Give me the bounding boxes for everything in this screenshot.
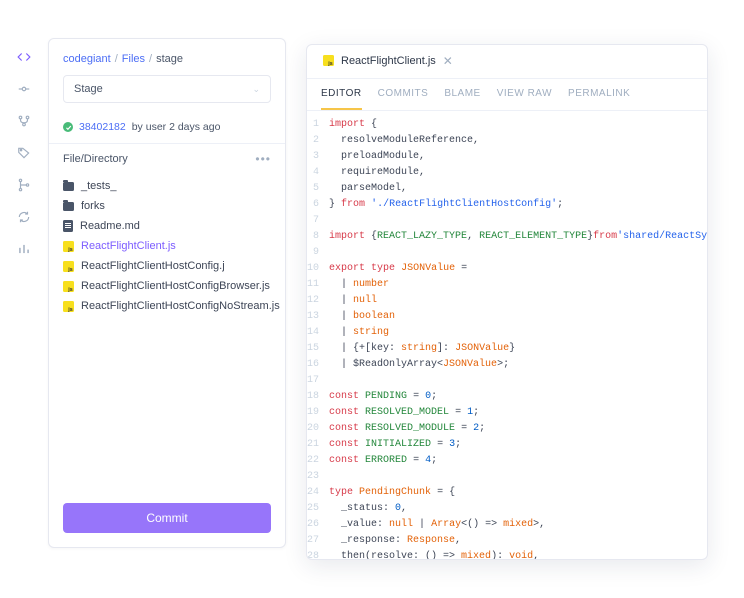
view-tab-commits[interactable]: COMMITS [378,79,429,110]
view-tab-view-raw[interactable]: VIEW RAW [497,79,552,110]
breadcrumb-link[interactable]: Files [122,53,145,65]
branches-icon[interactable] [17,114,31,128]
sync-icon[interactable] [17,210,31,224]
view-tab-permalink[interactable]: PERMALINK [568,79,630,110]
editor-panel: ReactFlightClient.js ✕ EDITOR COMMITS BLAM… [306,44,708,560]
tree-item[interactable]: forks [49,196,285,216]
folder-icon [63,202,74,211]
view-tab-blame[interactable]: BLAME [444,79,480,110]
line-gutter: 1234567891011121314151617181920212223242… [307,117,329,559]
doc-icon [63,220,73,232]
file-tab-label: ReactFlightClient.js [341,55,436,67]
code-icon[interactable] [17,50,31,64]
view-tabs: EDITOR COMMITS BLAME VIEW RAW PERMALINK [307,79,707,111]
breadcrumb: codegiant / Files / stage [49,39,285,75]
nav-rail [8,44,40,262]
code-content[interactable]: import { resolveModuleReference, preload… [329,117,707,559]
branch-select[interactable]: Stage ⌄ [63,75,271,103]
js-icon [63,281,74,292]
breadcrumb-current: stage [156,53,183,65]
js-icon [323,55,334,66]
file-section-header: File/Directory ••• [49,143,285,174]
breadcrumb-link[interactable]: codegiant [63,53,111,65]
file-tab[interactable]: ReactFlightClient.js ✕ [313,45,463,78]
file-section-title: File/Directory [63,153,128,165]
tree-item-label: ReactFlightClientHostConfigNoStream.js [81,300,280,312]
commit-button[interactable]: Commit [63,503,271,533]
commits-icon[interactable] [17,82,31,96]
tree-item-label: forks [81,200,105,212]
tree-item[interactable]: Readme.md [49,216,285,236]
close-icon[interactable]: ✕ [443,54,453,68]
stats-icon[interactable] [17,242,31,256]
code-editor[interactable]: 1234567891011121314151617181920212223242… [307,111,707,559]
tree-item-label: ReactFlightClientHostConfigBrowser.js [81,280,270,292]
breadcrumb-sep: / [149,53,152,65]
file-browser-panel: codegiant / Files / stage Stage ⌄ 384021… [48,38,286,548]
tags-icon[interactable] [17,146,31,160]
commit-hash-link[interactable]: 38402182 [79,121,126,133]
view-tab-editor[interactable]: EDITOR [321,79,362,110]
latest-commit: 38402182 by user 2 days ago [49,115,285,143]
js-icon [63,301,74,312]
tree-item[interactable]: _tests_ [49,176,285,196]
tree-item[interactable]: ReactFlightClientHostConfigBrowser.js [49,276,285,296]
js-icon [63,261,74,272]
chevron-down-icon: ⌄ [252,84,260,95]
more-icon[interactable]: ••• [255,152,271,166]
breadcrumb-sep: / [115,53,118,65]
merge-icon[interactable] [17,178,31,192]
folder-icon [63,182,74,191]
js-icon [63,241,74,252]
tree-item[interactable]: ReactFlightClientHostConfigNoStream.js [49,296,285,316]
branch-select-value: Stage [74,83,103,95]
status-success-icon [63,122,73,132]
tree-item-label: _tests_ [81,180,116,192]
tree-item-label: ReactFlightClient.js [81,240,176,252]
tree-item-label: Readme.md [80,220,140,232]
file-tabs: ReactFlightClient.js ✕ [307,45,707,79]
tree-item[interactable]: ReactFlightClient.js [49,236,285,256]
tree-item[interactable]: ReactFlightClientHostConfig.j [49,256,285,276]
commit-meta: by user 2 days ago [132,121,221,133]
file-tree: _tests_forks Readme.md ReactFlightClient.j… [49,174,285,318]
tree-item-label: ReactFlightClientHostConfig.j [81,260,225,272]
